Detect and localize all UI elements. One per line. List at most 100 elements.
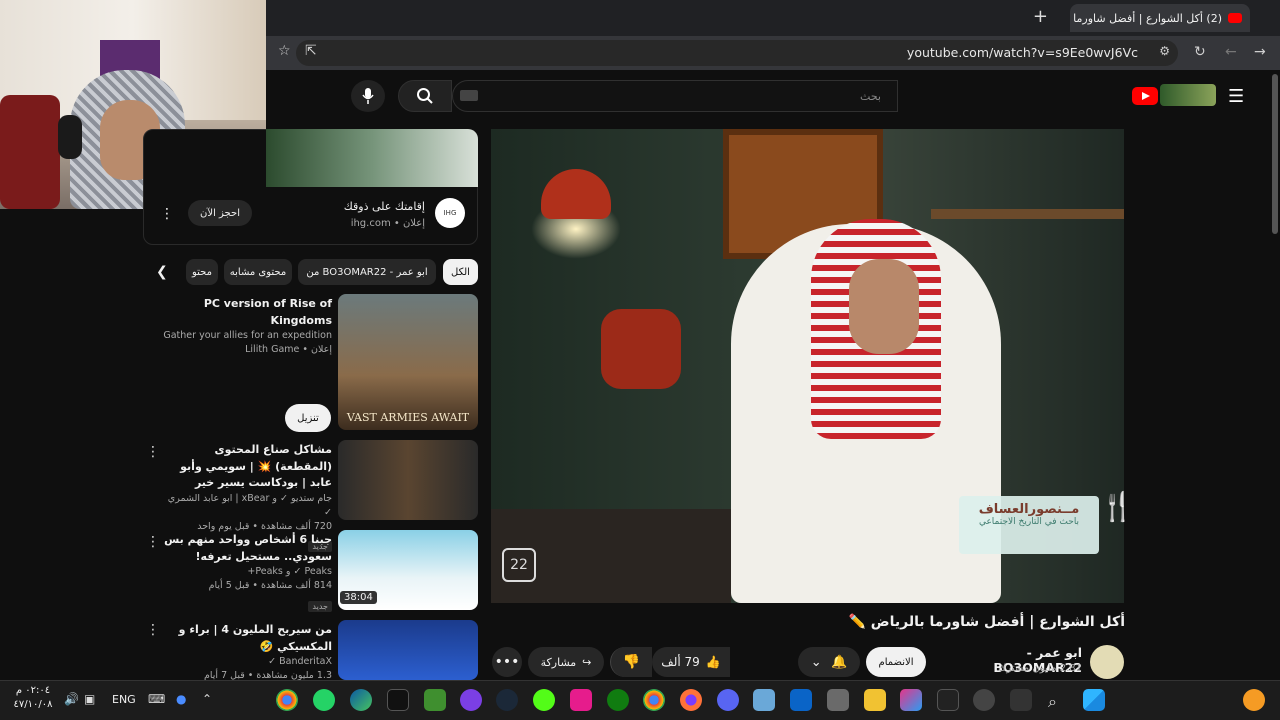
video-thumbnail[interactable] bbox=[338, 440, 478, 520]
scene-shelf bbox=[931, 209, 1124, 219]
search-button[interactable] bbox=[398, 80, 452, 112]
join-button[interactable]: الانضمام bbox=[866, 647, 926, 677]
browser-tab[interactable]: (2) أكل الشوارع | أفضل شاورما بالرياض ◀)… bbox=[1070, 4, 1250, 32]
volume-icon[interactable]: 🔊 bbox=[64, 692, 79, 706]
obs-icon[interactable] bbox=[460, 689, 482, 711]
notification-avatar-icon[interactable] bbox=[1243, 689, 1265, 711]
page-scrollbar[interactable] bbox=[1272, 74, 1278, 234]
video-duration: 38:04 bbox=[340, 591, 377, 604]
sidebar-item-channel[interactable]: جام ستديو ✓ و xBear | ابو عابد الشمري ✓ bbox=[160, 492, 332, 521]
mail-icon[interactable] bbox=[753, 689, 775, 711]
sidebar-item-meta: إعلان • Lilith Game bbox=[245, 344, 332, 356]
youtube-logo-icon[interactable] bbox=[1132, 87, 1158, 105]
url-text[interactable]: youtube.com/watch?v=s9Ee0wvJ6Vc bbox=[907, 45, 1138, 60]
more-options-icon[interactable]: ⋮ bbox=[146, 534, 160, 550]
search-icon[interactable]: ⌕ bbox=[1048, 692, 1057, 712]
xbox-icon[interactable] bbox=[607, 689, 629, 711]
share-page-icon[interactable]: ⇱ bbox=[305, 43, 317, 59]
keyboard-icon[interactable] bbox=[460, 90, 478, 101]
back-icon[interactable]: → bbox=[1254, 44, 1266, 60]
edge-icon[interactable] bbox=[350, 689, 372, 711]
sidebar-item-channel[interactable]: Peaks ✓ و Peaks+ bbox=[160, 565, 332, 579]
app-icon[interactable] bbox=[973, 689, 995, 711]
gaming-chair bbox=[0, 95, 60, 209]
book-now-button[interactable]: احجز الآن bbox=[188, 200, 252, 226]
sidebar-item-info[interactable]: من سيربح المليون 4 | براء و المكسيكي 🤣 B… bbox=[160, 622, 332, 684]
whatsapp-icon[interactable] bbox=[313, 689, 335, 711]
ad-meta: إعلان • ihg.com bbox=[350, 218, 425, 229]
thumbs-down-icon: 👎 bbox=[622, 654, 641, 670]
network-icon[interactable]: ▣ bbox=[84, 692, 95, 706]
ad-logo: IHG bbox=[435, 198, 465, 228]
chip-related[interactable]: محتوى مشابه bbox=[224, 259, 292, 285]
search-input[interactable]: بحث bbox=[452, 80, 898, 112]
file-explorer-icon[interactable] bbox=[864, 689, 886, 711]
sidebar-item-title[interactable]: جبنا 6 أشخاص وواحد منهم بس سعودي.. مستحي… bbox=[160, 532, 332, 565]
youtube-doodle-logo[interactable] bbox=[1160, 84, 1216, 106]
more-options-icon[interactable]: ⋮ bbox=[146, 622, 160, 638]
sidebar-item-meta: 814 ألف مشاهدة • قبل 5 أيام bbox=[208, 580, 332, 592]
sidebar-item-title[interactable]: من سيربح المليون 4 | براء و المكسيكي 🤣 bbox=[160, 622, 332, 655]
minecraft-icon[interactable] bbox=[424, 689, 446, 711]
chrome-alt-icon[interactable] bbox=[643, 689, 665, 711]
video-thumbnail[interactable] bbox=[338, 620, 478, 680]
like-button[interactable]: 👍 79 ألف bbox=[652, 647, 730, 677]
task-view-icon[interactable] bbox=[1010, 689, 1032, 711]
chip-from-channel[interactable]: من BO3OMAR22 - ابو عمر bbox=[298, 259, 436, 285]
snipping-tool-icon[interactable] bbox=[937, 689, 959, 711]
sidebar-item-subtitle: Gather your allies for an expedition bbox=[163, 330, 332, 341]
more-options-icon[interactable]: ⋮ bbox=[146, 444, 160, 460]
sidebar-item-title[interactable]: PC version of Rise of Kingdoms bbox=[160, 296, 332, 329]
chips-next-chevron-icon[interactable]: ❮ bbox=[156, 264, 168, 280]
ad-more-icon[interactable]: ⋮ bbox=[160, 206, 174, 222]
site-settings-icon[interactable]: ⚙ bbox=[1159, 44, 1170, 58]
dislike-button[interactable]: 👎 bbox=[610, 647, 652, 677]
more-actions-button[interactable]: ••• bbox=[492, 647, 522, 677]
new-tab-button[interactable]: + bbox=[1033, 6, 1048, 27]
sidebar-item-info[interactable]: PC version of Rise of Kingdoms Gather yo… bbox=[160, 296, 332, 358]
guest-title: باحث في التاريخ الاجتماعي bbox=[978, 517, 1080, 527]
reload-icon[interactable]: ↻ bbox=[1194, 44, 1206, 60]
ad-image[interactable] bbox=[266, 129, 478, 187]
like-count: 79 ألف bbox=[661, 655, 700, 669]
channel-avatar[interactable] bbox=[1090, 645, 1124, 679]
copilot-icon[interactable] bbox=[900, 689, 922, 711]
video-thumbnail[interactable]: VAST ARMIES AWAIT bbox=[338, 294, 478, 430]
copilot-mic-icon[interactable]: ● bbox=[176, 692, 186, 706]
share-icon: ↪ bbox=[582, 655, 592, 669]
bell-icon: 🔔 bbox=[831, 654, 848, 670]
sidebar-item-info[interactable]: جبنا 6 أشخاص وواحد منهم بس سعودي.. مستحي… bbox=[160, 532, 332, 613]
omnibox[interactable]: youtube.com/watch?v=s9Ee0wvJ6Vc ⚙ bbox=[296, 40, 1178, 66]
outlook-icon[interactable] bbox=[790, 689, 812, 711]
chip-more[interactable]: محتو bbox=[186, 259, 218, 285]
start-menu-icon[interactable] bbox=[1083, 689, 1105, 711]
store-icon[interactable] bbox=[827, 689, 849, 711]
ad-title[interactable]: إقامتك على ذوقك bbox=[280, 200, 425, 213]
new-badge: جديد bbox=[308, 600, 332, 612]
scene-lamp bbox=[541, 169, 611, 219]
chrome-icon[interactable] bbox=[276, 689, 298, 711]
forward-icon[interactable]: ← bbox=[1225, 44, 1237, 60]
keyboard-layout-icon[interactable]: ⌨ bbox=[148, 692, 165, 706]
kick-icon[interactable] bbox=[533, 689, 555, 711]
bookmark-star-icon[interactable]: ☆ bbox=[278, 43, 291, 59]
scene-guest-face bbox=[849, 259, 919, 354]
sidebar-item-title[interactable]: مشاكل صناع المحتوى (المقطعة) 💥 | سويمي و… bbox=[160, 442, 332, 492]
notifications-button[interactable]: ⌄ 🔔 bbox=[798, 647, 860, 677]
app-icon[interactable] bbox=[570, 689, 592, 711]
search-icon bbox=[417, 88, 433, 104]
discord-icon[interactable] bbox=[717, 689, 739, 711]
show-hidden-icons-chevron-icon[interactable]: ⌃ bbox=[202, 692, 212, 706]
input-language[interactable]: ENG bbox=[112, 693, 136, 706]
sidebar-item-channel[interactable]: BanderitaX ✓ bbox=[160, 655, 332, 669]
steam-icon[interactable] bbox=[496, 689, 518, 711]
taskbar-clock[interactable]: ٠٢:٠٤ م ٤٧/١٠/٠٨ bbox=[8, 684, 58, 712]
menu-icon[interactable]: ☰ bbox=[1228, 86, 1244, 107]
install-button[interactable]: تنزيل bbox=[285, 404, 331, 432]
chip-all[interactable]: الكل bbox=[443, 259, 478, 285]
firefox-icon[interactable] bbox=[680, 689, 702, 711]
capcut-icon[interactable] bbox=[387, 689, 409, 711]
share-button[interactable]: ↪ مشاركة bbox=[528, 647, 604, 677]
channel-watermark[interactable]: 22 bbox=[502, 548, 536, 582]
voice-search-button[interactable] bbox=[351, 80, 385, 112]
